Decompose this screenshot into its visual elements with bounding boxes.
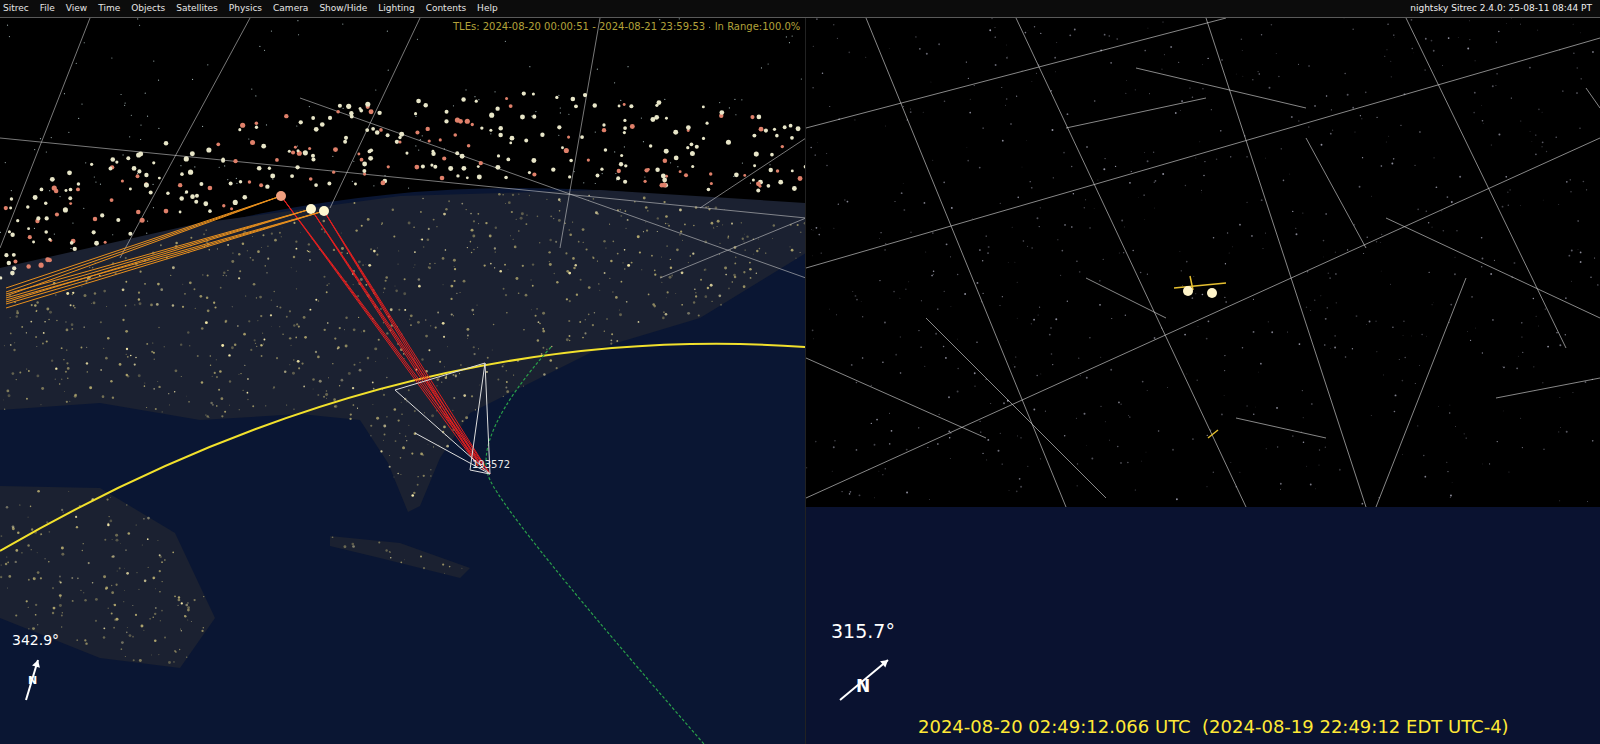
- menu-item[interactable]: Satellites: [176, 0, 218, 17]
- menu-item[interactable]: Contents: [426, 0, 466, 17]
- menu-item[interactable]: Objects: [131, 0, 165, 17]
- menu-bar: Sitrec File View Time Objects Satellites Physi…: [0, 0, 1600, 18]
- globe-canvas[interactable]: [0, 18, 806, 744]
- menu-item[interactable]: Lighting: [378, 0, 414, 17]
- menu-item[interactable]: View: [66, 0, 87, 17]
- menu-item[interactable]: Show/Hide: [319, 0, 367, 17]
- version-label: nightsky Sitrec 2.4.0: 25-08-11 08:44 PT: [1402, 0, 1600, 17]
- look-view[interactable]: 315.7° N 2024-08-20 02:49:12.066 UTC (2024…: [806, 18, 1600, 744]
- heading-readout: 315.7°: [831, 620, 895, 642]
- views: TLEs: 2024-08-20 00:00:51 - 2024-08-21 2…: [0, 18, 1600, 744]
- target-label: 193572: [472, 459, 510, 470]
- menu-item[interactable]: Help: [477, 0, 498, 17]
- ground: [806, 507, 1600, 744]
- tle-info: TLEs: 2024-08-20 00:00:51 - 2024-08-21 2…: [453, 21, 800, 32]
- menu-item[interactable]: Sitrec: [3, 0, 29, 17]
- menu-items: Sitrec File View Time Objects Satellites Physi…: [0, 0, 498, 17]
- compass: N: [22, 656, 52, 704]
- main-view[interactable]: TLEs: 2024-08-20 00:00:51 - 2024-08-21 2…: [0, 18, 806, 744]
- menu-item[interactable]: File: [40, 0, 55, 17]
- menu-item[interactable]: Camera: [273, 0, 308, 17]
- menu-item[interactable]: Physics: [229, 0, 262, 17]
- compass: N: [836, 654, 896, 704]
- time-readout: 2024-08-20 02:49:12.066 UTC (2024-08-19 …: [918, 716, 1509, 737]
- sky-canvas[interactable]: [806, 18, 1600, 507]
- heading-readout: 342.9°: [12, 632, 59, 648]
- sky: [806, 18, 1600, 507]
- menu-item[interactable]: Time: [98, 0, 120, 17]
- north-label: N: [856, 676, 870, 696]
- north-label: N: [28, 674, 37, 687]
